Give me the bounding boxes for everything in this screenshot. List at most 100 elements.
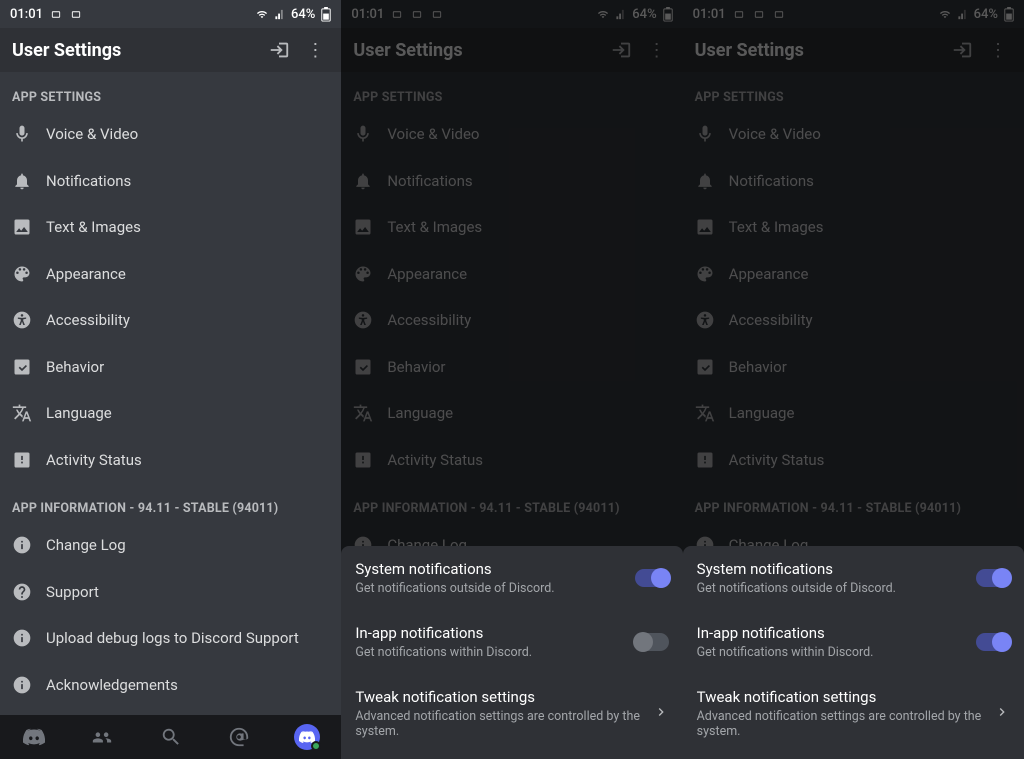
battery-icon [1004,7,1014,22]
pane-settings-full: 01:01 64% User Settings ⋮ APP SETTINGS V… [0,0,341,759]
row-acknowledgements[interactable]: Acknowledgements [0,662,341,709]
sheet-subtitle: Advanced notification settings are contr… [355,709,642,739]
row-activity-status[interactable]: Activity Status [0,437,341,484]
sheet-title: System notifications [355,560,624,578]
sheet-row-system[interactable]: System notifications Get notifications o… [341,546,682,610]
sheet-row-inapp[interactable]: In-app notifications Get notifications w… [683,610,1024,674]
toggle-inapp-notifications[interactable] [635,633,669,651]
status-indicator-icon [390,9,404,20]
notification-bottom-sheet: System notifications Get notifications o… [341,546,682,759]
status-indicator-icon [410,9,424,20]
row-language[interactable]: Language [0,390,341,437]
row-appearance[interactable]: Appearance [0,251,341,298]
status-indicator-icon [430,9,444,20]
nav-mentions-icon[interactable] [205,715,273,759]
logout-icon[interactable] [261,32,297,68]
chevron-right-icon [653,704,669,724]
status-time: 01:01 [693,7,726,22]
settings-scroll[interactable]: APP SETTINGS Voice & Video Notifications… [0,72,341,715]
nav-friends-icon[interactable] [68,715,136,759]
sheet-title: Tweak notification settings [697,688,984,706]
bottom-nav [0,715,341,759]
sheet-row-tweak[interactable]: Tweak notification settings Advanced not… [683,674,1024,753]
row-behavior[interactable]: Behavior [0,344,341,391]
sheet-row-inapp[interactable]: In-app notifications Get notifications w… [341,610,682,674]
status-battery-pct: 64% [974,7,998,22]
status-indicator-icon [49,9,63,20]
sheet-subtitle: Get notifications outside of Discord. [355,581,624,596]
battery-icon [321,7,331,22]
row-support[interactable]: Support [0,569,341,616]
status-bar: 01:01 64% [341,0,682,28]
nav-discord-icon[interactable] [0,715,68,759]
status-indicator-icon [772,9,786,20]
status-time: 01:01 [351,7,384,22]
status-bar: 01:01 64% [0,0,341,28]
row-notifications[interactable]: Notifications [0,158,341,205]
header-title: User Settings [353,40,602,61]
row-accessibility[interactable]: Accessibility [0,297,341,344]
header-title: User Settings [12,40,261,61]
signal-icon [614,9,628,20]
row-changelog[interactable]: Change Log [0,522,341,569]
status-indicator-icon [752,9,766,20]
palette-icon [12,264,46,284]
sheet-row-tweak[interactable]: Tweak notification settings Advanced not… [341,674,682,753]
settings-header: User Settings ⋮ [341,28,682,72]
wifi-icon [938,9,952,20]
info-icon [12,628,46,648]
sheet-title: System notifications [697,560,966,578]
help-icon [12,582,46,602]
sheet-title: In-app notifications [697,624,966,642]
signal-icon [273,9,287,20]
overflow-menu-icon[interactable]: ⋮ [639,32,675,68]
accessibility-icon [12,310,46,330]
pane-sheet-inapp-on: 01:01 64% User Settings ⋮ APP SETTINGS V… [683,0,1024,759]
signal-icon [956,9,970,20]
activity-icon [12,450,46,470]
mic-icon [12,124,46,144]
bell-icon [12,171,46,191]
row-upload-debug[interactable]: Upload debug logs to Discord Support [0,615,341,662]
settings-header: User Settings ⋮ [683,28,1024,72]
row-text-images[interactable]: Text & Images [0,204,341,251]
settings-header: User Settings ⋮ [0,28,341,72]
wifi-icon [596,9,610,20]
sheet-subtitle: Get notifications within Discord. [697,645,966,660]
row-voice-video[interactable]: Voice & Video [0,111,341,158]
sheet-subtitle: Advanced notification settings are contr… [697,709,984,739]
logout-icon[interactable] [603,32,639,68]
status-indicator-icon [732,9,746,20]
overflow-menu-icon[interactable]: ⋮ [297,32,333,68]
status-bar: 01:01 64% [683,0,1024,28]
toggle-inapp-notifications[interactable] [976,633,1010,651]
sheet-row-system[interactable]: System notifications Get notifications o… [683,546,1024,610]
sheet-title: Tweak notification settings [355,688,642,706]
language-icon [12,403,46,423]
sheet-title: In-app notifications [355,624,624,642]
behavior-icon [12,357,46,377]
info-icon [12,675,46,695]
status-time: 01:01 [10,7,43,22]
section-app-settings: APP SETTINGS [0,72,341,111]
toggle-system-notifications[interactable] [635,569,669,587]
section-app-info: APP INFORMATION - 94.11 - STABLE (94011) [0,483,341,522]
sheet-subtitle: Get notifications within Discord. [355,645,624,660]
status-battery-pct: 64% [632,7,656,22]
chevron-right-icon [994,704,1010,724]
header-title: User Settings [695,40,944,61]
status-battery-pct: 64% [291,7,315,22]
overflow-menu-icon[interactable]: ⋮ [980,32,1016,68]
battery-icon [663,7,673,22]
nav-search-icon[interactable] [137,715,205,759]
notification-bottom-sheet: System notifications Get notifications o… [683,546,1024,759]
toggle-system-notifications[interactable] [976,569,1010,587]
image-icon [12,217,46,237]
pane-sheet-inapp-off: 01:01 64% User Settings ⋮ APP SETTINGS V… [341,0,682,759]
status-indicator-icon [69,9,83,20]
info-icon [12,535,46,555]
logout-icon[interactable] [944,32,980,68]
sheet-subtitle: Get notifications outside of Discord. [697,581,966,596]
nav-profile-icon[interactable] [273,715,341,759]
wifi-icon [255,9,269,20]
